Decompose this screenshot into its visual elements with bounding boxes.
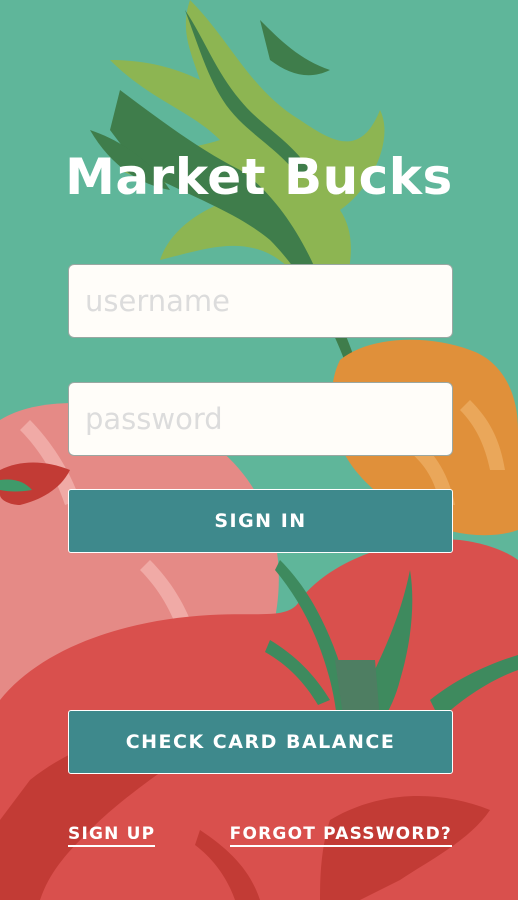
check-card-balance-button[interactable]: CHECK CARD BALANCE <box>68 710 453 774</box>
forgot-password-link[interactable]: FORGOT PASSWORD? <box>229 824 452 847</box>
sign-up-link[interactable]: SIGN UP <box>68 824 156 847</box>
app-title: Market Bucks <box>65 148 453 206</box>
login-screen: Market Bucks SIGN IN CHECK CARD BALANCE … <box>0 0 518 900</box>
username-input[interactable] <box>68 264 453 338</box>
sign-in-button[interactable]: SIGN IN <box>68 489 453 553</box>
password-input[interactable] <box>68 382 453 456</box>
